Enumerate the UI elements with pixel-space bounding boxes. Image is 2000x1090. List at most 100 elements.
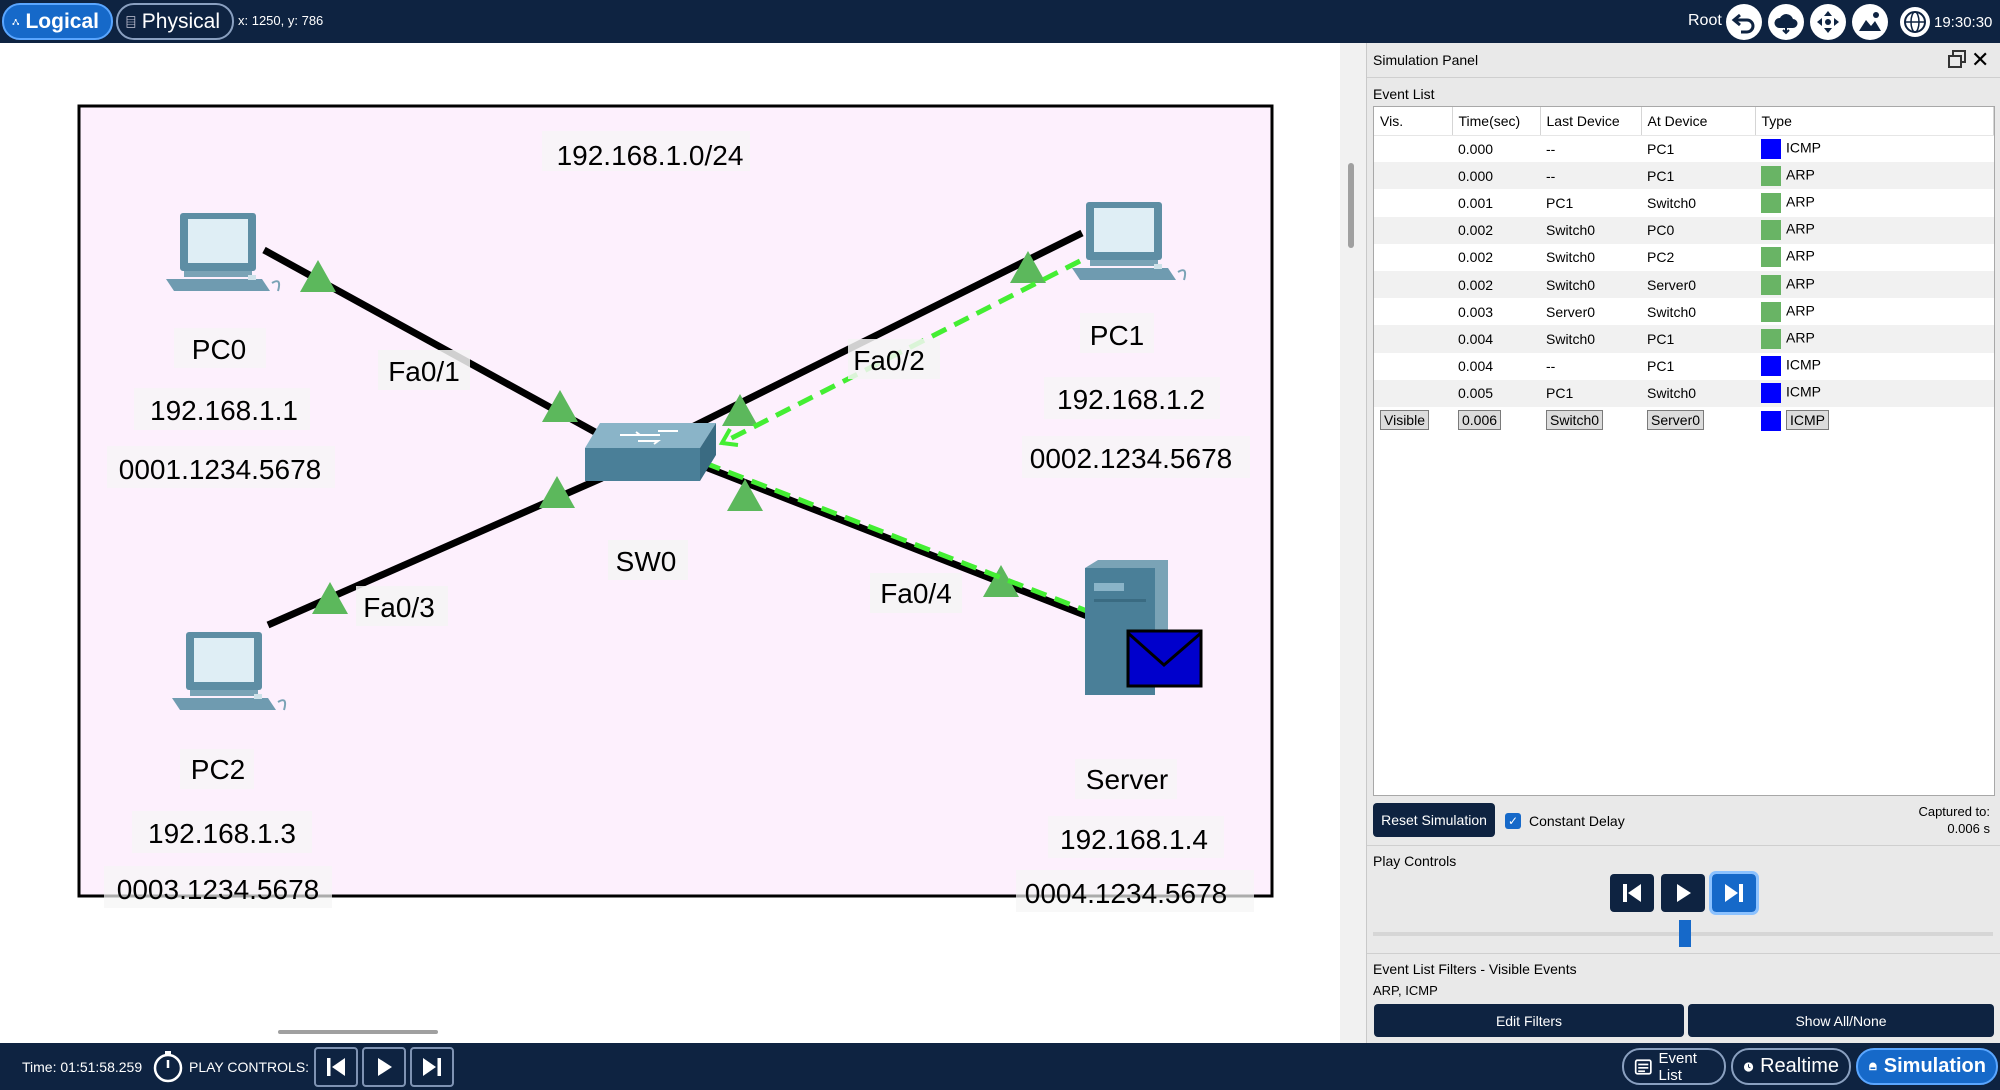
background-image-icon[interactable] xyxy=(1852,4,1888,40)
back-icon[interactable] xyxy=(1726,4,1762,40)
constant-delay-checkbox[interactable]: ✓ xyxy=(1505,813,1521,829)
bottom-step-forward-button[interactable] xyxy=(410,1047,454,1087)
event-time: 0.005 xyxy=(1458,385,1494,402)
event-vis-cell xyxy=(1374,189,1452,216)
event-last-device-cell: Switch0 xyxy=(1540,325,1641,353)
physical-label: Physical xyxy=(141,9,220,33)
cloud-icon[interactable] xyxy=(1768,4,1804,40)
event-row[interactable]: 0.000 -- PC1 ICMP xyxy=(1374,135,1994,162)
event-time: 0.004 xyxy=(1458,358,1494,375)
event-row[interactable]: 0.005 PC1 Switch0 ICMP xyxy=(1374,379,1994,407)
event-type-color-swatch[interactable] xyxy=(1761,220,1781,241)
event-type-color-swatch[interactable] xyxy=(1761,301,1781,322)
globe-clock-icon[interactable] xyxy=(1900,7,1930,37)
switch-sw0-icon[interactable] xyxy=(585,423,716,481)
play-controls-title: Play Controls xyxy=(1373,853,1457,869)
event-row[interactable]: 0.002 Switch0 PC2 ARP xyxy=(1374,244,1994,271)
event-row[interactable]: 0.004 -- PC1 ICMP xyxy=(1374,353,1994,380)
event-time: 0.000 xyxy=(1458,140,1494,157)
col-time[interactable]: Time(sec) xyxy=(1452,107,1541,136)
clock-time: 19:30:30 xyxy=(1934,13,1993,31)
event-vis-cell: Visible xyxy=(1374,407,1452,434)
bottom-play-button[interactable] xyxy=(362,1047,406,1087)
event-last-device-cell: Switch0 xyxy=(1540,407,1641,434)
col-type[interactable]: Type xyxy=(1755,107,1994,136)
physical-view-button[interactable]: Physical xyxy=(116,3,234,40)
event-last-device: Switch0 xyxy=(1546,410,1604,431)
event-type-color-swatch[interactable] xyxy=(1761,383,1781,404)
event-type-cell: ICMP xyxy=(1755,135,1994,162)
timer-reset-icon[interactable] xyxy=(151,1050,185,1084)
event-at-device-cell: Switch0 xyxy=(1641,379,1755,407)
event-list-toggle-button[interactable]: Event List xyxy=(1622,1048,1726,1085)
event-last-device-cell: Switch0 xyxy=(1540,270,1641,299)
event-time-cell: 0.002 xyxy=(1452,270,1540,299)
event-type-color-swatch[interactable] xyxy=(1761,192,1781,213)
event-at-device-cell: PC1 xyxy=(1641,325,1755,353)
event-row[interactable]: 0.000 -- PC1 ARP xyxy=(1374,162,1994,190)
event-at-device-cell: PC1 xyxy=(1641,135,1755,162)
move-icon[interactable] xyxy=(1810,4,1846,40)
event-last-device: -- xyxy=(1546,140,1556,157)
event-at-device: PC2 xyxy=(1647,249,1675,266)
captured-to: Captured to: 0.006 s xyxy=(1918,803,1990,837)
clock-widget: 19:30:30 xyxy=(1900,4,1992,40)
event-type-color-swatch[interactable] xyxy=(1761,165,1781,186)
event-last-device: Switch0 xyxy=(1546,330,1596,347)
col-vis[interactable]: Vis. xyxy=(1374,107,1453,136)
realtime-mode-button[interactable]: Realtime xyxy=(1731,1048,1851,1085)
logical-view-button[interactable]: Logical xyxy=(2,3,113,40)
workspace-horizontal-scrollbar[interactable] xyxy=(278,1030,438,1034)
pdu-envelope-icon[interactable] xyxy=(1126,629,1203,688)
edit-filters-button[interactable]: Edit Filters xyxy=(1374,1004,1684,1037)
event-type-color-swatch[interactable] xyxy=(1761,328,1781,349)
event-row[interactable]: 0.004 Switch0 PC1 ARP xyxy=(1374,325,1994,353)
event-vis-cell xyxy=(1374,379,1452,407)
simulation-time: Time: 01:51:58.259 xyxy=(22,1059,143,1075)
event-type-color-swatch[interactable] xyxy=(1761,247,1781,268)
event-row[interactable]: 0.003 Server0 Switch0 ARP xyxy=(1374,298,1994,325)
reset-simulation-button[interactable]: Reset Simulation xyxy=(1373,803,1495,837)
event-at-device: Server0 xyxy=(1647,276,1697,293)
logical-workspace[interactable]: 192.168.1.0/24 PC0 192.168.1.1 0001.1234… xyxy=(0,43,1340,1043)
simulation-label: Simulation xyxy=(1883,1055,1986,1077)
workspace-vertical-scrollbar[interactable] xyxy=(1340,43,1366,1043)
pc0-ip: 192.168.1.1 xyxy=(150,395,298,426)
event-last-device: Switch0 xyxy=(1546,276,1596,293)
constant-delay-label: Constant Delay xyxy=(1529,813,1625,829)
pc2-name: PC2 xyxy=(191,754,245,785)
restore-window-icon[interactable] xyxy=(1947,49,1967,69)
event-at-device-cell: Server0 xyxy=(1641,407,1755,434)
col-at-device[interactable]: At Device xyxy=(1641,107,1756,136)
event-type: ARP xyxy=(1786,329,1815,346)
event-type-cell: ICMP xyxy=(1755,353,1994,380)
simulation-mode-button[interactable]: Simulation xyxy=(1856,1048,1998,1085)
show-all-none-button[interactable]: Show All/None xyxy=(1688,1004,1994,1037)
event-row[interactable]: Visible 0.006 Switch0 Server0 ICMP xyxy=(1374,407,1994,434)
event-table-header: Vis. Time(sec) Last Device At Device Typ… xyxy=(1374,107,1994,136)
event-list-title: Event List xyxy=(1373,86,1435,102)
event-vis-cell xyxy=(1374,298,1452,325)
step-forward-button[interactable] xyxy=(1709,871,1759,915)
scrollbar-thumb[interactable] xyxy=(1348,163,1354,248)
event-type-color-swatch[interactable] xyxy=(1761,356,1781,377)
close-icon[interactable]: ✕ xyxy=(1971,47,1989,73)
event-row[interactable]: 0.001 PC1 Switch0 ARP xyxy=(1374,189,1994,216)
event-type-color-swatch[interactable] xyxy=(1761,274,1781,295)
col-last-device[interactable]: Last Device xyxy=(1540,107,1642,136)
step-back-button[interactable] xyxy=(1610,874,1654,912)
simulation-panel-title: Simulation Panel xyxy=(1373,52,1479,68)
event-row[interactable]: 0.002 Switch0 Server0 ARP xyxy=(1374,270,1994,299)
event-time-cell: 0.004 xyxy=(1452,325,1540,353)
play-button[interactable] xyxy=(1661,874,1705,912)
play-speed-slider-handle[interactable] xyxy=(1679,920,1691,947)
event-type-color-swatch[interactable] xyxy=(1761,138,1781,159)
event-at-device-cell: Server0 xyxy=(1641,270,1755,299)
server-mac: 0004.1234.5678 xyxy=(1025,878,1227,909)
event-type-color-swatch[interactable] xyxy=(1761,411,1781,432)
event-last-device-cell: Switch0 xyxy=(1540,216,1641,244)
event-vis-cell xyxy=(1374,325,1452,353)
bottom-step-back-button[interactable] xyxy=(314,1047,358,1087)
event-row[interactable]: 0.002 Switch0 PC0 ARP xyxy=(1374,216,1994,244)
event-time: 0.001 xyxy=(1458,194,1494,211)
